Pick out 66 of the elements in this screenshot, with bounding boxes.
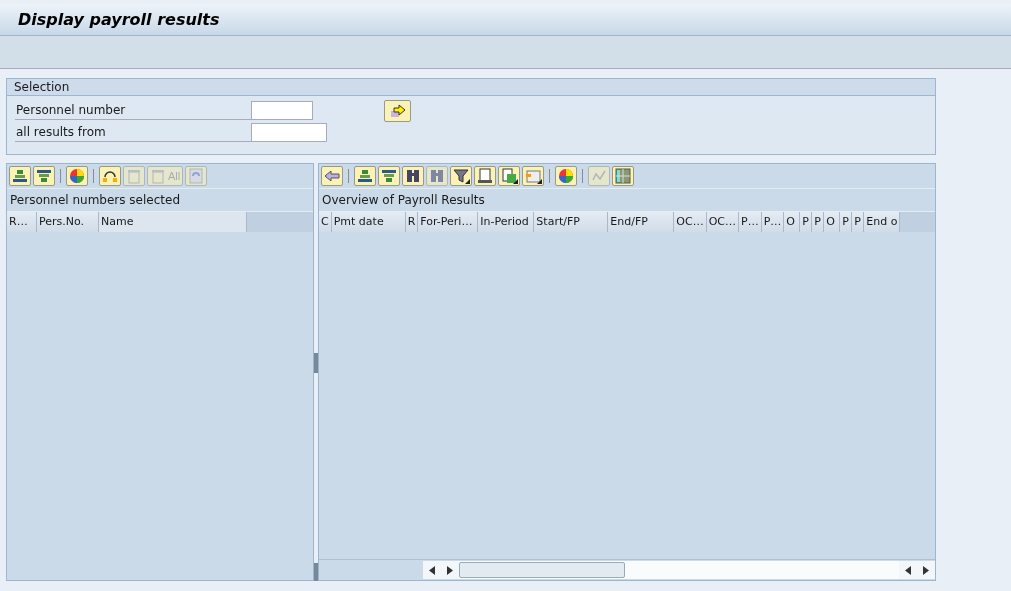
toolbar-button[interactable] xyxy=(99,166,121,186)
column-header[interactable]: O xyxy=(784,212,801,232)
back-arrow-icon xyxy=(324,168,340,184)
scroll-right-button[interactable] xyxy=(917,561,935,579)
toolbar-button[interactable] xyxy=(450,166,472,186)
color-wheel-icon xyxy=(69,168,85,184)
export-icon xyxy=(501,168,517,184)
toolbar-button[interactable] xyxy=(474,166,496,186)
column-header[interactable]: In-Period xyxy=(478,212,535,232)
input-field[interactable] xyxy=(251,100,313,120)
filter-icon xyxy=(453,168,469,184)
column-header[interactable]: P… xyxy=(761,212,785,232)
column-header[interactable]: Start/FP xyxy=(534,212,609,232)
sort-ascending-icon xyxy=(12,168,28,184)
toolbar-button[interactable] xyxy=(498,166,520,186)
window-title: Display payroll results xyxy=(18,10,220,29)
list-title: Personnel numbers selected xyxy=(10,193,180,207)
column-header[interactable]: P… xyxy=(739,212,762,232)
scroll-left-button[interactable] xyxy=(899,561,917,579)
select-icon xyxy=(102,168,118,184)
sort-ascending-icon xyxy=(357,168,373,184)
table-icon xyxy=(615,168,631,184)
toolbar-button[interactable] xyxy=(354,166,376,186)
right-triangle-icon xyxy=(447,565,453,575)
column-header[interactable]: O xyxy=(824,212,841,232)
column-header[interactable]: End o xyxy=(864,212,901,232)
execute-button[interactable] xyxy=(384,100,411,122)
left-triangle-icon xyxy=(429,565,435,575)
refresh-icon xyxy=(188,168,205,184)
sort-descending-icon xyxy=(381,168,397,184)
left-triangle-icon xyxy=(905,565,911,575)
field-label: Personnel number xyxy=(15,100,251,120)
column-header[interactable]: P xyxy=(812,212,825,232)
trash-icon xyxy=(150,168,166,184)
column-header[interactable]: P xyxy=(852,212,865,232)
column-header[interactable]: P xyxy=(840,212,853,232)
column-header[interactable]: For-Peri… xyxy=(418,212,479,232)
toolbar-button[interactable] xyxy=(522,166,544,186)
color-wheel-icon xyxy=(558,168,574,184)
column-header[interactable]: End/FP xyxy=(608,212,675,232)
column-header[interactable]: Pers.No. xyxy=(37,212,99,232)
trash-icon xyxy=(126,168,142,184)
group-title: Selection xyxy=(14,80,70,94)
arrow-icon xyxy=(389,104,406,118)
column-header[interactable]: R… xyxy=(7,212,37,232)
toolbar-button[interactable] xyxy=(33,166,55,186)
column-header[interactable]: Pmt date xyxy=(331,212,406,232)
right-triangle-icon xyxy=(923,565,929,575)
input-field[interactable] xyxy=(251,122,327,142)
list-title: Overview of Payroll Results xyxy=(322,193,485,207)
scroll-right-button[interactable] xyxy=(441,561,459,579)
scrollbar-thumb[interactable] xyxy=(459,562,625,578)
column-header[interactable]: Name xyxy=(99,212,247,232)
binoculars-icon xyxy=(405,168,421,184)
column-header[interactable]: C xyxy=(319,212,332,232)
toolbar-button[interactable] xyxy=(9,166,31,186)
scroll-left-button[interactable] xyxy=(423,561,441,579)
toolbar-button[interactable] xyxy=(378,166,400,186)
field-label: all results from xyxy=(15,122,251,142)
column-header[interactable]: OC… xyxy=(674,212,707,232)
toolbar-button[interactable] xyxy=(402,166,424,186)
column-header[interactable]: P xyxy=(800,212,813,232)
grid-layout-icon xyxy=(525,168,541,184)
page-icon xyxy=(477,168,493,184)
sort-descending-icon xyxy=(36,168,52,184)
column-header[interactable]: OC… xyxy=(706,212,740,232)
